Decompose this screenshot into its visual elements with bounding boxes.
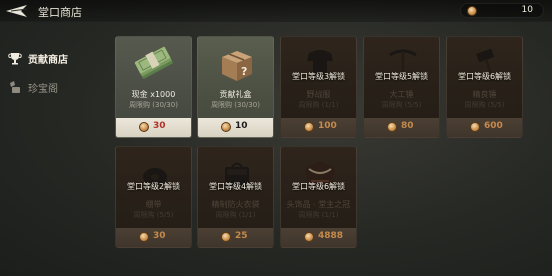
coin-icon	[387, 122, 397, 132]
unlock-requirement: 堂口等级6解锁	[291, 182, 346, 191]
price-bar: 30	[116, 228, 191, 247]
mystery-box-icon: ?	[216, 45, 258, 85]
shop-item-locked[interactable]: 野战服 周限购 (1/1) 堂口等级3解锁 100	[280, 36, 357, 138]
svg-text:?: ?	[241, 65, 247, 78]
shop-item-locked[interactable]: 精制防火衣袋 周限购 (1/1) 堂口等级4解锁 25	[197, 146, 274, 248]
unlock-requirement: 堂口等级5解锁	[374, 72, 429, 81]
trophy-icon	[8, 50, 22, 65]
coin-icon	[304, 232, 314, 242]
back-arrow-icon[interactable]	[5, 3, 29, 19]
coin-icon	[139, 232, 149, 242]
item-price: 100	[318, 121, 337, 131]
item-name: 贡献礼盒	[219, 90, 252, 99]
sidebar-item-treasure-pavilion[interactable]: 珍宝阁	[6, 77, 96, 97]
price-bar: 10	[198, 118, 273, 137]
currency-value: 10	[521, 5, 533, 15]
coin-icon	[304, 122, 314, 132]
item-price: 30	[153, 231, 166, 241]
shop-item-locked[interactable]: 精良锤 周限购 (5/5) 堂口等级6解锁 600	[446, 36, 523, 138]
item-price: 600	[484, 121, 503, 131]
price-bar: 100	[281, 118, 356, 137]
unlock-requirement: 堂口等级2解锁	[126, 182, 181, 191]
price-bar: 4888	[281, 228, 356, 247]
coin-icon	[470, 122, 480, 132]
shop-item-gift-box[interactable]: ? 贡献礼盒 周限购 (30/30) 10	[197, 36, 274, 138]
price-bar: 80	[364, 118, 439, 137]
treasure-icon	[8, 79, 22, 93]
sidebar-item-contribution-shop[interactable]: 贡献商店	[6, 48, 96, 68]
item-price: 25	[235, 231, 248, 241]
price-bar: 30	[116, 118, 191, 137]
shop-item-locked[interactable]: 头饰品 · 堂主之冠 周限购 (1/1) 堂口等级6解锁 4888	[280, 146, 357, 248]
sidebar-item-label: 珍宝阁	[28, 84, 58, 95]
coin-icon	[139, 122, 149, 132]
unlock-requirement: 堂口等级3解锁	[291, 72, 346, 81]
shop-item-cash[interactable]: 现金 x1000 周限购 (30/30) 30	[115, 36, 192, 138]
unlock-requirement: 堂口等级4解锁	[208, 182, 263, 191]
item-price: 4888	[318, 231, 344, 241]
item-limit: 周限购 (30/30)	[129, 101, 178, 109]
item-price: 30	[153, 121, 166, 131]
item-name: 现金 x1000	[131, 90, 176, 99]
item-price: 10	[235, 121, 248, 131]
coin-icon	[221, 122, 231, 132]
top-bar: 堂口商店 10	[0, 0, 552, 22]
unlock-requirement: 堂口等级6解锁	[457, 72, 512, 81]
sidebar-item-label: 贡献商店	[28, 55, 68, 66]
item-limit: 周限购 (30/30)	[211, 101, 260, 109]
currency-display: 10	[460, 3, 544, 18]
price-bar: 25	[198, 228, 273, 247]
page-title: 堂口商店	[38, 6, 82, 19]
cash-stack-icon	[134, 45, 176, 85]
coin-icon	[221, 232, 231, 242]
price-bar: 600	[447, 118, 522, 137]
item-price: 80	[401, 121, 414, 131]
shop-item-locked[interactable]: 绷带 周限购 (5/5) 堂口等级2解锁 30	[115, 146, 192, 248]
shop-item-locked[interactable]: 大工锤 周限购 (5/5) 堂口等级5解锁 80	[363, 36, 440, 138]
coin-icon	[467, 6, 477, 16]
